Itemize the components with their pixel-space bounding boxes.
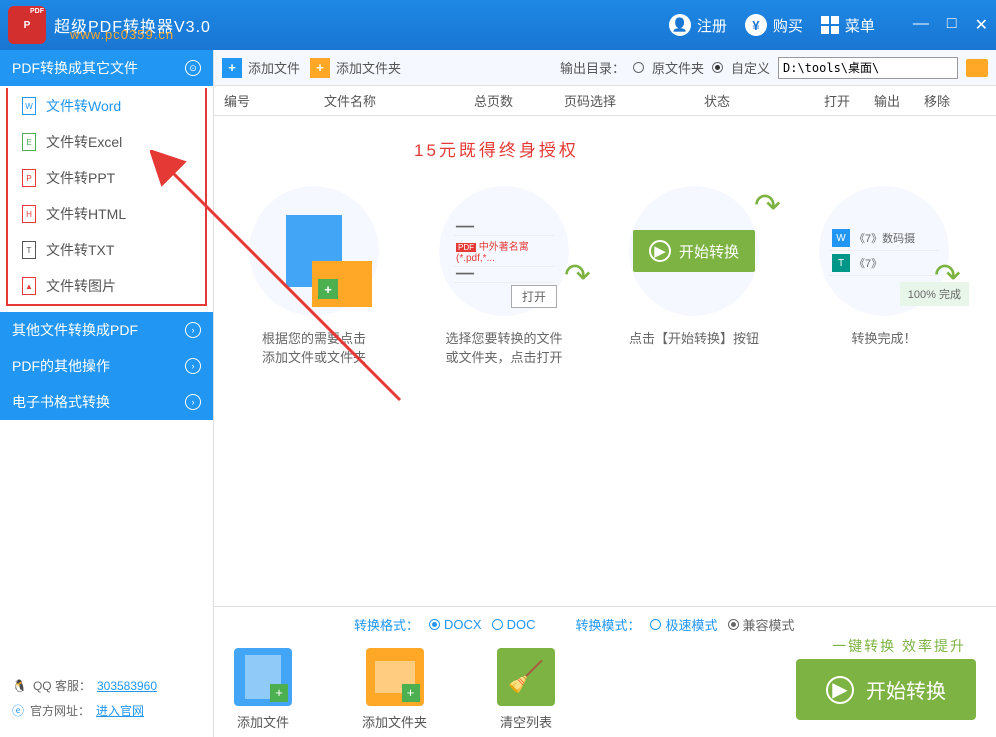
col-filename: 文件名称: [324, 91, 474, 110]
start-button-preview: ▶ 开始转换: [633, 230, 755, 272]
arrow-icon: ↷: [564, 256, 591, 294]
step-1: + 根据您的需要点击 添加文件或文件夹: [234, 186, 394, 366]
sidebar-item-txt[interactable]: T文件转TXT: [8, 232, 205, 268]
file-list-preview: ━━━ PDF 中外著名寓(*.pdf,*... ━━━: [454, 220, 554, 283]
sidebar-item-html[interactable]: H文件转HTML: [8, 196, 205, 232]
clear-list-action[interactable]: 🧹 清空列表: [497, 648, 555, 731]
sidebar-item-ppt[interactable]: P文件转PPT: [8, 160, 205, 196]
txt-icon: T: [22, 241, 36, 259]
col-status: 状态: [704, 91, 824, 110]
open-button-preview: 打开: [511, 285, 557, 308]
word-icon: W: [22, 97, 36, 115]
main-area: +添加文件 +添加文件夹 输出目录： 原文件夹 自定义 编号 文件名称 总页数 …: [213, 50, 996, 737]
html-icon: H: [22, 205, 36, 223]
add-folder-action[interactable]: + 添加文件夹: [362, 648, 427, 731]
add-folder-button[interactable]: +添加文件夹: [310, 58, 401, 78]
chevron-icon: ›: [185, 358, 201, 374]
add-file-button[interactable]: +添加文件: [222, 58, 300, 78]
radio-custom-folder[interactable]: [712, 62, 723, 73]
register-button[interactable]: 👤 注册: [669, 14, 727, 36]
qq-icon: 🐧: [12, 679, 27, 693]
mode-compat[interactable]: 兼容模式: [728, 615, 795, 634]
col-output: 输出: [874, 91, 924, 110]
buy-button[interactable]: ¥ 购买: [745, 14, 803, 36]
minimize-button[interactable]: —: [913, 15, 929, 35]
folder-plus-icon: +: [366, 648, 424, 706]
plus-icon: +: [222, 58, 242, 78]
word-icon: W: [832, 229, 850, 247]
col-open: 打开: [824, 91, 874, 110]
category-pdf-to-other[interactable]: PDF转换成其它文件 ⊙: [0, 50, 213, 86]
ppt-icon: P: [22, 169, 36, 187]
arrow-icon: ↷: [934, 256, 961, 294]
file-plus-icon: +: [234, 648, 292, 706]
app-logo-icon: P: [8, 6, 46, 44]
close-button[interactable]: ✕: [975, 15, 988, 35]
output-label: 输出目录：: [560, 58, 625, 77]
category-ebook[interactable]: 电子书格式转换›: [0, 384, 213, 420]
col-id: 编号: [224, 91, 324, 110]
grid-icon: [821, 16, 839, 34]
format-docx[interactable]: DOCX: [429, 617, 482, 632]
ie-icon: ⓔ: [12, 702, 24, 719]
file-folder-icon: +: [286, 215, 342, 287]
output-path-input[interactable]: [778, 57, 958, 79]
play-icon: ▶: [649, 240, 671, 262]
qq-link[interactable]: 303583960: [97, 679, 157, 693]
arrow-icon: ↷: [754, 186, 781, 224]
col-remove: 移除: [924, 91, 974, 110]
promo-text: 15元既得终身授权: [414, 136, 579, 161]
sidebar-item-image[interactable]: ▲文件转图片: [8, 268, 205, 304]
sidebar-footer: 🐧QQ 客服：303583960 ⓔ官方网址：进入官网: [0, 667, 213, 737]
toolbar: +添加文件 +添加文件夹 输出目录： 原文件夹 自定义: [214, 50, 996, 86]
play-icon: ▶: [826, 676, 854, 704]
start-convert-button[interactable]: ▶ 开始转换: [796, 659, 976, 720]
browse-folder-button[interactable]: [966, 59, 988, 77]
plus-icon: +: [310, 58, 330, 78]
chevron-icon: ›: [185, 394, 201, 410]
text-icon: T: [832, 254, 850, 272]
format-doc[interactable]: DOC: [492, 617, 536, 632]
category-items: W文件转Word E文件转Excel P文件转PPT H文件转HTML T文件转…: [6, 88, 207, 306]
watermark: www.pc0359.cn: [70, 27, 174, 42]
step-2: ━━━ PDF 中外著名寓(*.pdf,*... ━━━ 打开 选择您要转换的文…: [424, 186, 584, 366]
format-label: 转换格式：: [354, 615, 419, 634]
yen-icon: ¥: [745, 14, 767, 36]
radio-original-folder[interactable]: [633, 62, 644, 73]
table-header: 编号 文件名称 总页数 页码选择 状态 打开 输出 移除: [214, 86, 996, 116]
result-preview: W《7》数码摄 T《7》: [829, 226, 939, 276]
step-3: ▶ 开始转换 点击【开始转换】按钮: [614, 186, 774, 347]
tagline: 一键转换 效率提升: [832, 636, 966, 656]
col-pages: 总页数: [474, 91, 564, 110]
chevron-icon: ›: [185, 322, 201, 338]
category-pdf-ops[interactable]: PDF的其他操作›: [0, 348, 213, 384]
broom-icon: 🧹: [497, 648, 555, 706]
add-file-action[interactable]: + 添加文件: [234, 648, 292, 731]
col-pagerange: 页码选择: [564, 91, 704, 110]
sidebar-item-word[interactable]: W文件转Word: [8, 88, 205, 124]
bottom-actions: 一键转换 效率提升 + 添加文件 + 添加文件夹 🧹 清空列表 ▶ 开始转换: [214, 642, 996, 737]
user-icon: 👤: [669, 14, 691, 36]
title-bar: P 超级PDF转换器V3.0 www.pc0359.cn 👤 注册 ¥ 购买 菜…: [0, 0, 996, 50]
category-other-to-pdf[interactable]: 其他文件转换成PDF›: [0, 312, 213, 348]
sidebar-item-excel[interactable]: E文件转Excel: [8, 124, 205, 160]
site-link[interactable]: 进入官网: [96, 702, 144, 719]
mode-label: 转换模式：: [575, 615, 640, 634]
content-area: 15元既得终身授权 + 根据您的需要点击 添加文件或文件夹 ━━━ PDF 中外…: [214, 116, 996, 606]
mode-fast[interactable]: 极速模式: [650, 615, 717, 634]
menu-button[interactable]: 菜单: [821, 15, 875, 36]
excel-icon: E: [22, 133, 36, 151]
image-icon: ▲: [22, 277, 36, 295]
chevron-down-icon: ⊙: [185, 60, 201, 76]
maximize-button[interactable]: □: [947, 15, 957, 35]
sidebar: PDF转换成其它文件 ⊙ W文件转Word E文件转Excel P文件转PPT …: [0, 50, 213, 737]
